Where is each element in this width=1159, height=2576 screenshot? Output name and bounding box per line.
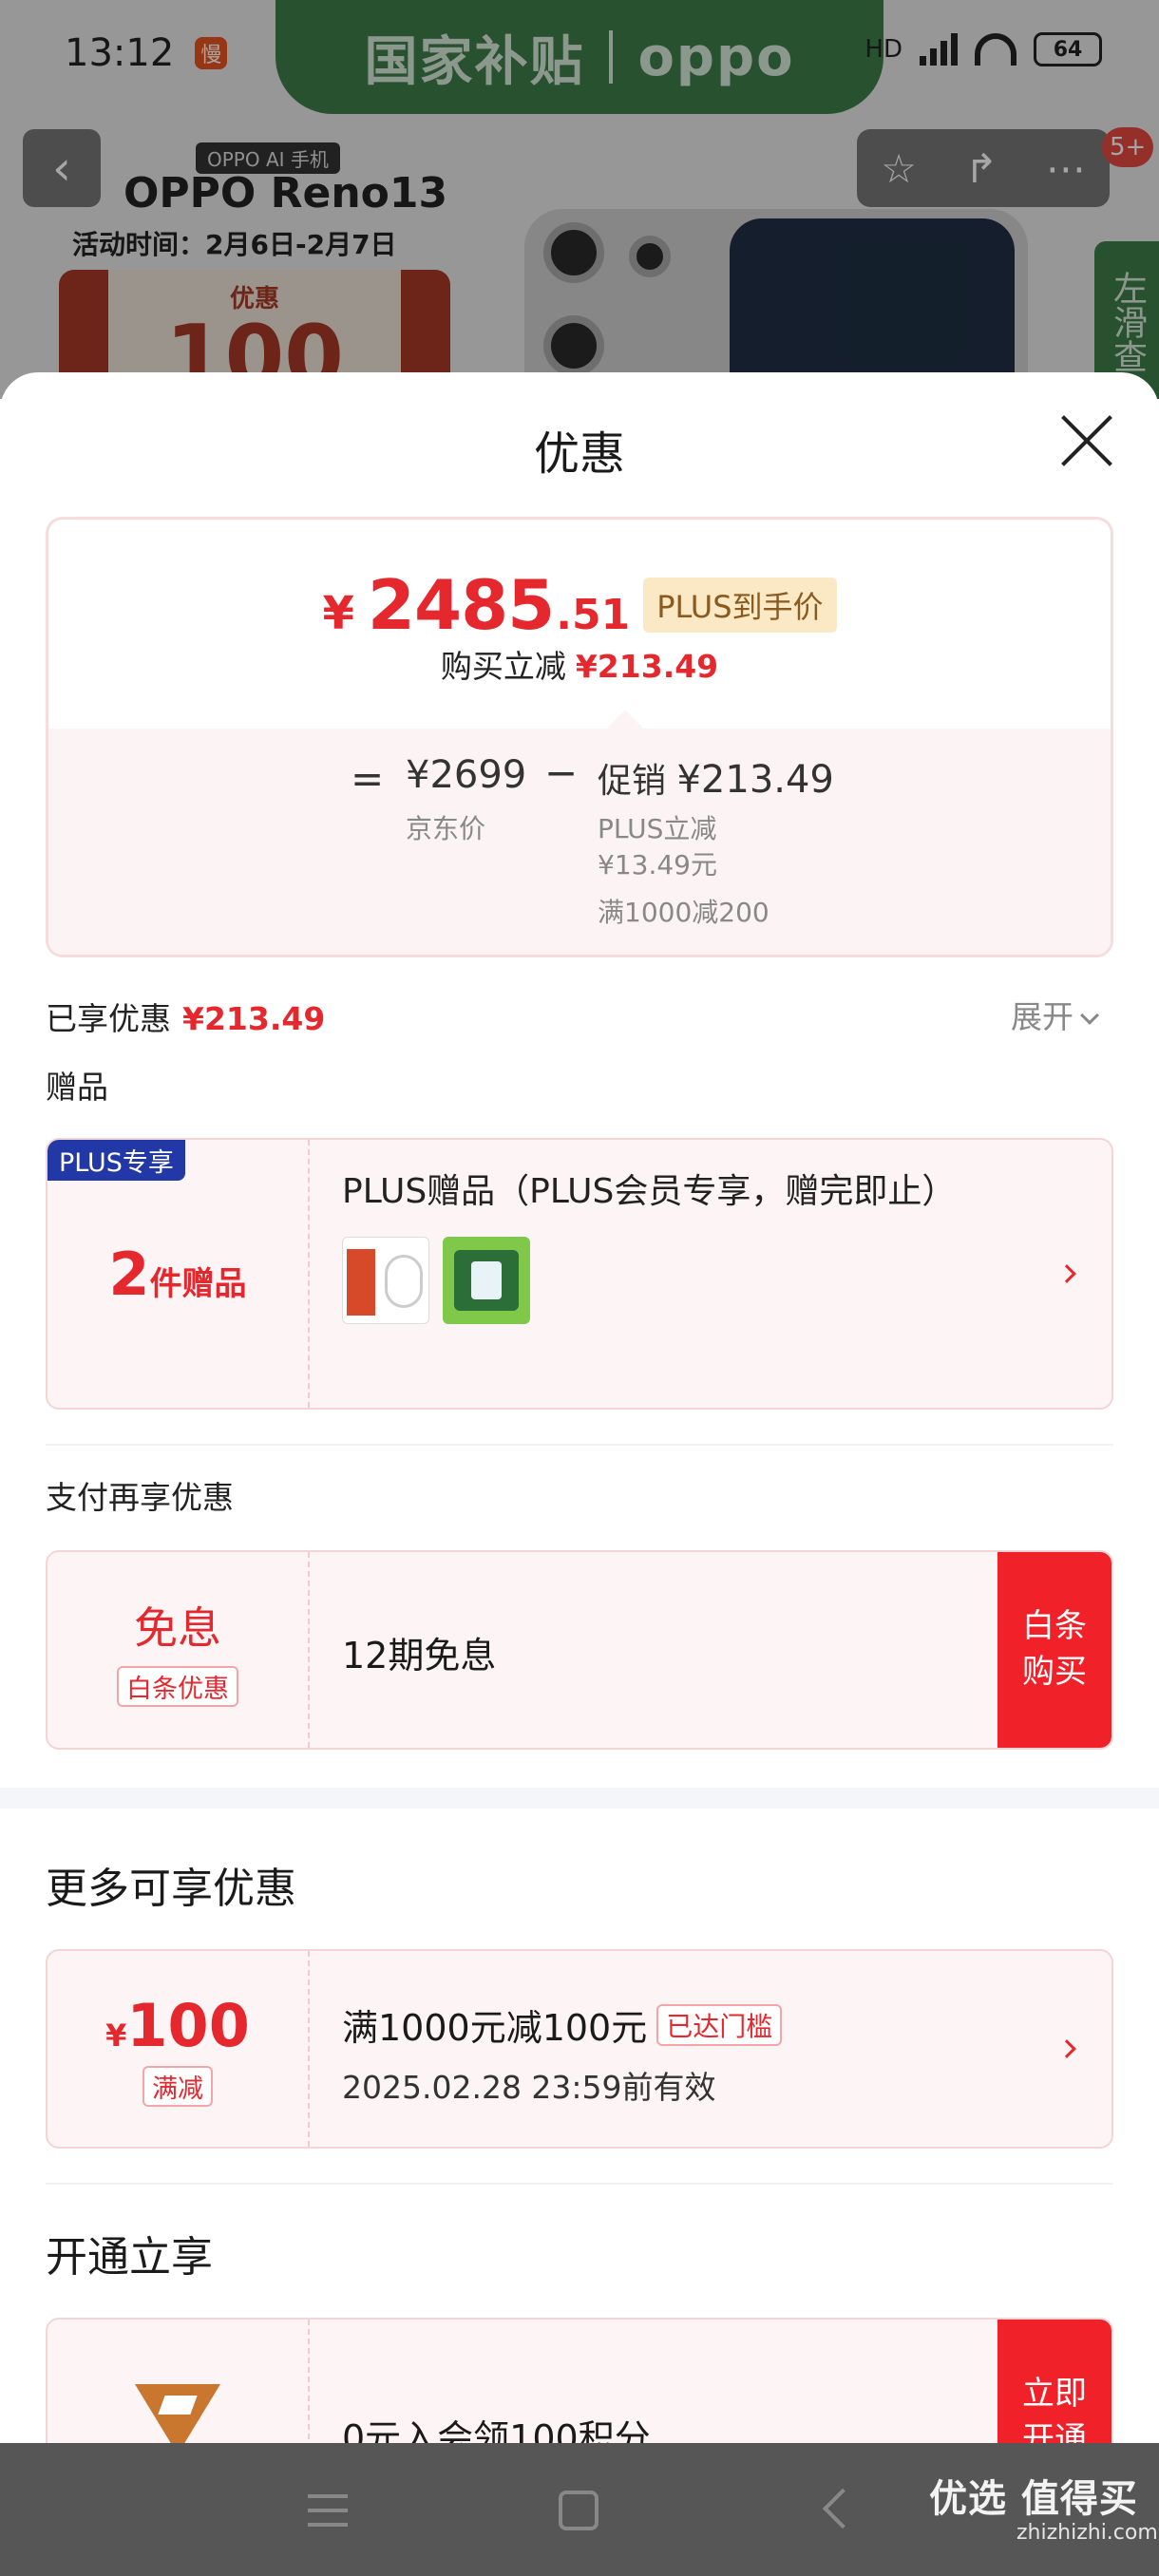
gift-thumbnails [342, 1237, 1007, 1324]
promo-detail: PLUS立减 [598, 813, 717, 844]
interest-free-area: 免息 白条优惠 [48, 1552, 310, 1748]
coupon-amount: ¥100 [105, 1991, 250, 2060]
divider [46, 1444, 1113, 1446]
expand-label: 展开 [1011, 998, 1074, 1035]
enjoyed-label: 已享优惠 [46, 1000, 171, 1037]
baitiao-buy-button[interactable]: 白条购买 [998, 1552, 1112, 1748]
divider [46, 2183, 1113, 2185]
jd-price-label: 京东价 [406, 813, 486, 844]
coupon-currency: ¥ [105, 2017, 127, 2054]
discount-sheet: 优惠 ¥ 2485 .51 PLUS到手价 购买立减 ¥213.49 = ¥269… [0, 372, 1159, 2443]
gift-section-label: 赠品 [46, 1069, 108, 1106]
coupon-info: 满1000元减100元 已达门槛 2025.02.28 23:59前有效 [342, 1998, 783, 2108]
membership-desc: 0元入会领100积分 [342, 2417, 651, 2443]
promo-detail: ¥13.49元 [598, 849, 717, 881]
promo-label: 促销 [598, 762, 667, 801]
background-page: 国家补贴 oppo 13:12 慢 HD 64 ‹ OPPO AI 手机 OPP… [0, 0, 1159, 399]
expand-button[interactable]: 展开 [1011, 992, 1099, 1037]
plus-price-tag: PLUS到手价 [643, 578, 837, 633]
gift-count-number: 2 [108, 1239, 150, 1309]
menu-icon[interactable] [308, 2494, 348, 2527]
threshold-reached-tag: 已达门槛 [656, 2003, 783, 2046]
minus-sign: − [544, 749, 579, 796]
membership-card[interactable]: 0元入会领100积分 立即开通 [46, 2318, 1113, 2443]
chevron-right-icon [1057, 2039, 1076, 2058]
price-breakdown: = ¥2699 京东价 − 促销 ¥213.49 PLUS立减 ¥13.49元 … [48, 729, 1111, 955]
gift-info: PLUS赠品（PLUS会员专享，赠完即止） [342, 1166, 1007, 1324]
membership-logo-icon [135, 2375, 220, 2443]
earphone-gift-image [342, 1237, 429, 1324]
coupon-title: 满1000元减100元 [342, 2007, 648, 2049]
coupon-expire: 2025.02.28 23:59前有效 [342, 2069, 716, 2106]
more-discounts-label: 更多可享优惠 [46, 1865, 296, 1913]
reduce-value: ¥213.49 [575, 648, 719, 685]
coupon-value: 100 [126, 1991, 250, 2060]
enjoyed-discount: 已享优惠 ¥213.49 [46, 994, 325, 1039]
price-card: ¥ 2485 .51 PLUS到手价 购买立减 ¥213.49 = ¥2699 京… [46, 517, 1113, 957]
baitiao-tag: 白条优惠 [117, 1665, 238, 1707]
chevron-down-icon [1080, 1006, 1099, 1025]
section-gap [0, 1788, 1159, 1809]
gift-count-unit: 件赠品 [149, 1264, 247, 1303]
installment-desc: 12期免息 [342, 1635, 497, 1676]
coupon-type-tag: 满减 [142, 2066, 213, 2107]
interest-free-title: 免息 [134, 1601, 221, 1654]
gift-title: PLUS赠品（PLUS会员专享，赠完即止） [342, 1172, 957, 1211]
charger-gift-image [443, 1237, 530, 1324]
final-price: ¥ 2485 .51 PLUS到手价 [48, 565, 1111, 645]
back-icon[interactable] [822, 2488, 864, 2529]
plus-exclusive-tag: PLUS专享 [48, 1140, 185, 1181]
payment-card: 免息 白条优惠 12期免息 白条购买 [46, 1550, 1113, 1750]
payment-section-label: 支付再享优惠 [46, 1479, 234, 1516]
watermark-sub: zhizhizhi.com [1016, 2521, 1158, 2545]
gift-card[interactable]: 2件赠品 PLUS专享 PLUS赠品（PLUS会员专享，赠完即止） [46, 1138, 1113, 1410]
enjoyed-value: ¥213.49 [182, 1000, 326, 1037]
price-integer: 2485 [367, 565, 555, 645]
reduce-label: 购买立减 [440, 648, 566, 685]
price-decimal: .51 [556, 591, 631, 639]
dim-overlay[interactable] [0, 0, 1159, 399]
promo-value: ¥213.49 [676, 758, 834, 802]
coupon-title-row: 满1000元减100元 已达门槛 [342, 1998, 783, 2051]
close-icon[interactable] [1056, 410, 1117, 471]
membership-logo-area [48, 2320, 310, 2443]
gift-count: 2件赠品 [108, 1240, 246, 1309]
join-now-button[interactable]: 立即开通 [998, 2320, 1112, 2443]
price-currency: ¥ [322, 587, 354, 640]
home-icon[interactable] [559, 2491, 598, 2530]
promo-detail: 满1000减200 [598, 897, 770, 928]
coupon-amount-area: ¥100 满减 [48, 1951, 310, 2147]
watermark-text: 优选 值得买 [929, 2477, 1138, 2521]
promo-line: 促销 ¥213.49 [598, 753, 834, 803]
instant-reduce: 购买立减 ¥213.49 [48, 641, 1111, 687]
chevron-right-icon [1057, 1264, 1076, 1283]
sheet-title: 优惠 [533, 427, 625, 481]
full-reduction-coupon[interactable]: ¥100 满减 满1000元减100元 已达门槛 2025.02.28 23:59… [46, 1949, 1113, 2149]
equals-sign: = [351, 755, 385, 802]
open-membership-label: 开通立享 [46, 2233, 213, 2282]
jd-price: ¥2699 [406, 753, 527, 797]
